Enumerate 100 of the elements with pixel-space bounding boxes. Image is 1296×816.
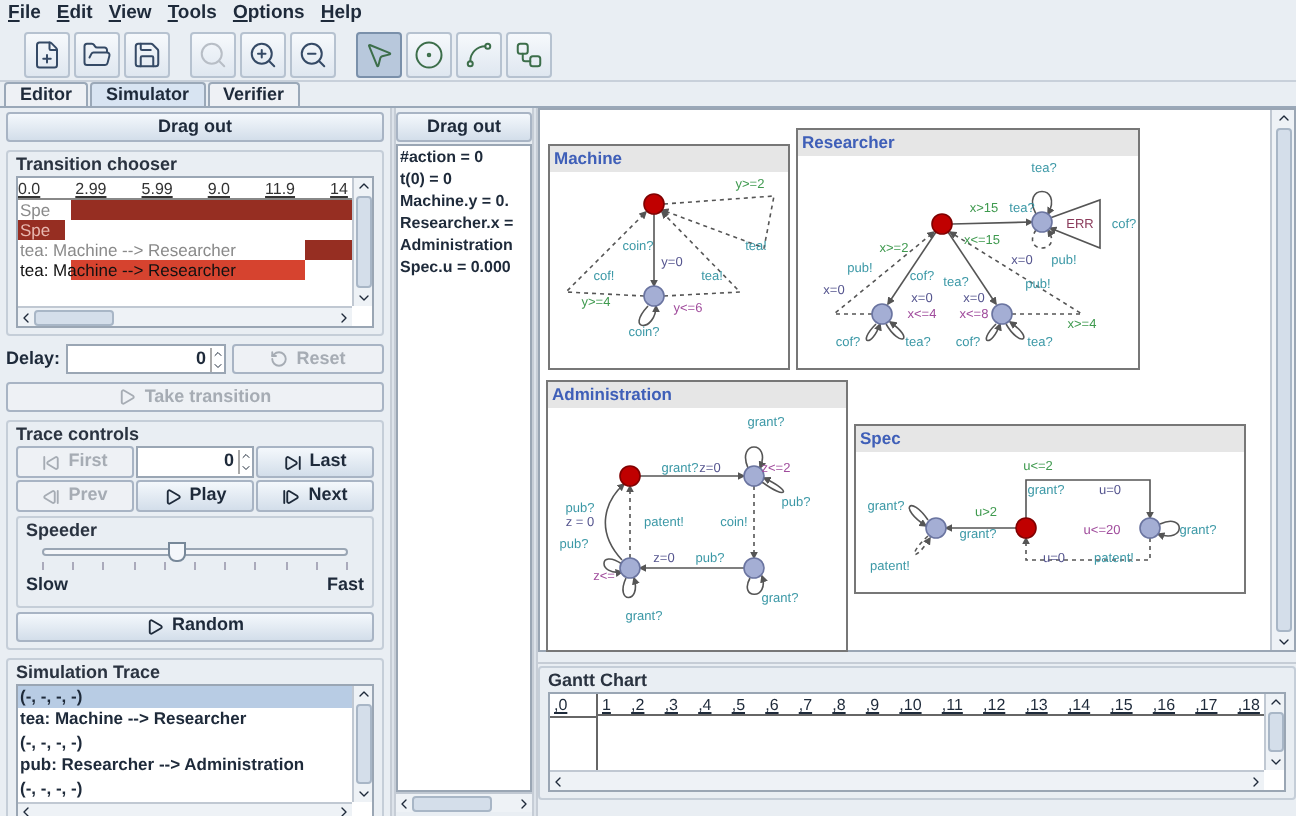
- gantt-tick: ,6: [765, 694, 779, 714]
- scroll-right-icon[interactable]: [336, 309, 352, 325]
- last-button[interactable]: Last: [256, 446, 374, 478]
- toolbar-button[interactable]: [406, 31, 452, 77]
- gantt-tick: ,12: [983, 694, 1006, 714]
- trace-row[interactable]: (-, -, -, -): [18, 777, 352, 800]
- zoom-out-icon: [298, 39, 328, 69]
- menu-item[interactable]: View: [108, 2, 152, 26]
- delay-spinner[interactable]: 0: [66, 344, 227, 374]
- next-button[interactable]: Next: [256, 480, 374, 512]
- scroll-thumb[interactable]: [34, 309, 114, 325]
- scroll-thumb[interactable]: [355, 196, 371, 288]
- scrollbar[interactable]: [352, 685, 372, 801]
- play-icon: [146, 617, 164, 635]
- scroll-down-icon[interactable]: [355, 290, 371, 306]
- step-spinner[interactable]: 0: [136, 446, 254, 478]
- group-title: Trace controls: [16, 422, 142, 446]
- toolbar-button[interactable]: [506, 31, 552, 77]
- spin-up-icon[interactable]: [240, 450, 252, 462]
- scroll-left-icon[interactable]: [18, 309, 34, 325]
- scroll-right-icon[interactable]: [1248, 773, 1264, 789]
- menu-item[interactable]: Tools: [167, 2, 217, 26]
- drag-out-button[interactable]: Drag out: [6, 112, 384, 142]
- random-button[interactable]: Random: [16, 611, 374, 641]
- scrollbar[interactable]: [1264, 694, 1284, 770]
- timeline-tick: 2.99: [75, 178, 107, 198]
- gantt-tick: ,3: [664, 694, 678, 714]
- scrollbar[interactable]: [1270, 110, 1294, 650]
- menu-item[interactable]: Edit: [56, 2, 93, 26]
- toolbar-button[interactable]: [456, 31, 502, 77]
- tab[interactable]: Editor: [4, 82, 88, 106]
- process-title: Spec: [856, 426, 1244, 452]
- fast-label: Fast: [326, 572, 364, 598]
- scrollbar[interactable]: [352, 178, 372, 306]
- edge-icon: [514, 39, 544, 69]
- gantt-tick: ,11: [941, 694, 963, 714]
- scroll-left-icon[interactable]: [396, 795, 412, 811]
- variable-line: Researcher.x =: [398, 212, 516, 234]
- trace-row[interactable]: tea: Machine --> Researcher: [18, 708, 352, 731]
- scroll-left-icon[interactable]: [18, 804, 34, 816]
- scrollbar[interactable]: [18, 306, 352, 326]
- slider-thumb[interactable]: [168, 542, 187, 562]
- curve-icon: [464, 39, 494, 69]
- scroll-left-icon[interactable]: [550, 773, 566, 789]
- gantt-tick: ,13: [1025, 694, 1048, 714]
- scroll-right-icon[interactable]: [336, 804, 352, 816]
- folder-icon: [82, 39, 112, 69]
- gantt-tick: ,4: [698, 694, 712, 714]
- gantt-tick: ,16: [1152, 694, 1176, 714]
- timeline-tick: 0.0: [18, 178, 41, 198]
- pointer-icon: [364, 39, 394, 69]
- zoom-in-icon: [248, 39, 278, 69]
- scrollbar[interactable]: [550, 770, 1264, 790]
- spin-down-icon[interactable]: [212, 359, 225, 371]
- scroll-up-icon[interactable]: [355, 178, 371, 194]
- toolbar-button[interactable]: [356, 31, 402, 77]
- process-title: Machine: [550, 146, 788, 172]
- toolbar-button[interactable]: [74, 31, 120, 77]
- tab[interactable]: Simulator: [90, 82, 206, 106]
- toolbar-button[interactable]: [240, 31, 286, 77]
- variable-line: Machine.y = 0.: [398, 190, 511, 212]
- toolbar-button[interactable]: [24, 31, 70, 77]
- scrollbar[interactable]: [396, 792, 532, 812]
- drag-out-button[interactable]: Drag out: [396, 112, 532, 142]
- transition-row[interactable]: tea: Machine --> Researcher: [18, 240, 352, 260]
- scrollbar[interactable]: [18, 801, 352, 816]
- menu-item[interactable]: Help: [320, 2, 362, 26]
- group-title: Simulation Trace: [16, 659, 163, 683]
- toolbar-button[interactable]: [290, 31, 336, 77]
- timeline-tick: 9.0: [207, 178, 230, 198]
- menu-item[interactable]: File: [8, 2, 41, 26]
- gantt-tick: ,14: [1067, 694, 1091, 714]
- scroll-down-icon[interactable]: [1267, 754, 1283, 770]
- process-title: Administration: [548, 382, 846, 408]
- play-icon: [163, 487, 182, 505]
- scroll-down-icon[interactable]: [1275, 634, 1291, 650]
- scroll-thumb[interactable]: [1267, 712, 1283, 752]
- transition-row[interactable]: Spe: [18, 200, 352, 220]
- trace-row[interactable]: (-, -, -, -): [18, 731, 352, 754]
- toolbar-button[interactable]: [124, 31, 170, 77]
- scroll-up-icon[interactable]: [1267, 694, 1283, 710]
- scroll-right-icon[interactable]: [516, 795, 532, 811]
- reset-icon: [270, 350, 289, 368]
- play-button[interactable]: Play: [136, 480, 254, 512]
- timeline-tick: 14: [330, 178, 348, 198]
- scroll-up-icon[interactable]: [1275, 110, 1291, 126]
- menu-item[interactable]: Options: [232, 2, 305, 26]
- scroll-thumb[interactable]: [355, 703, 371, 783]
- circle-icon: [414, 39, 444, 69]
- gantt-tick: ,9: [865, 694, 880, 714]
- trace-row[interactable]: pub: Researcher --> Administration: [18, 754, 352, 777]
- fast-forward-icon: [283, 453, 302, 471]
- trace-row[interactable]: (-, -, -, -): [18, 685, 352, 708]
- tab[interactable]: Verifier: [207, 82, 301, 106]
- group-title: Transition chooser: [16, 152, 180, 176]
- step-back-icon: [42, 487, 61, 505]
- scroll-thumb[interactable]: [412, 795, 492, 811]
- spin-down-icon[interactable]: [240, 462, 252, 474]
- scroll-thumb[interactable]: [1275, 128, 1291, 632]
- spin-up-icon[interactable]: [212, 347, 225, 359]
